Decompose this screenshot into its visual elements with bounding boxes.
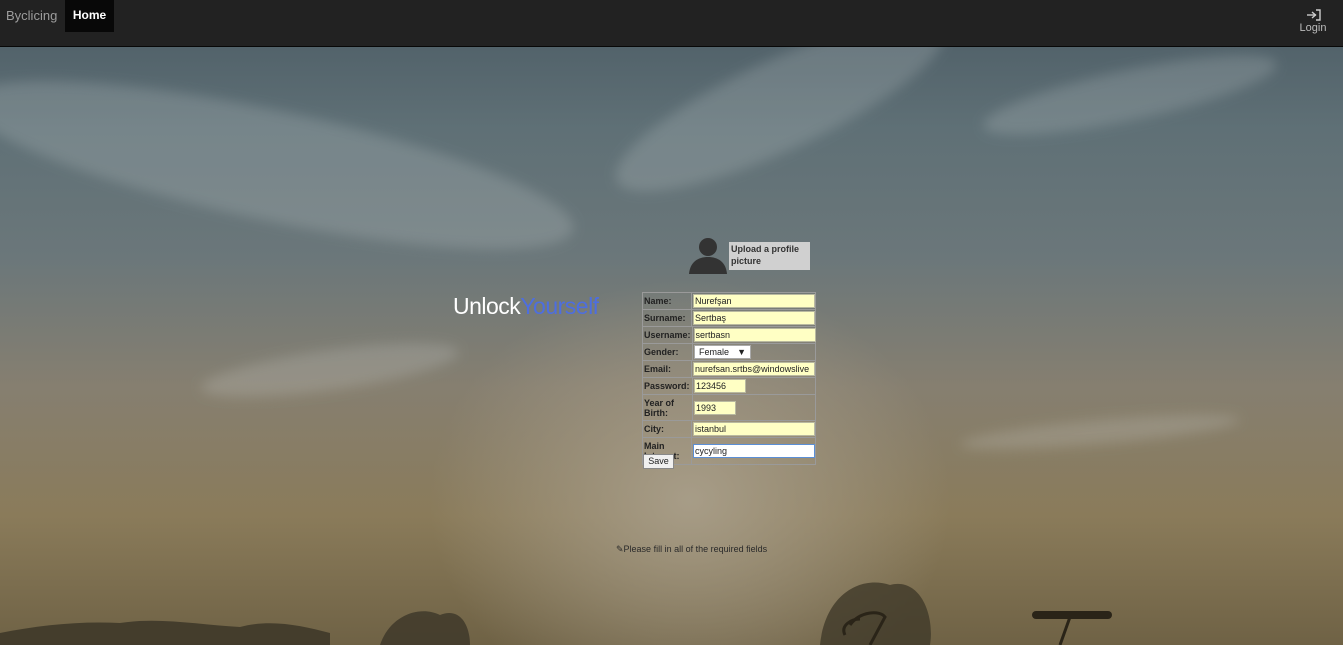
- form-row-username: Username: sertbasn: [643, 327, 816, 344]
- login-icon: [1307, 9, 1321, 21]
- form-row-password: Password: 123456: [643, 378, 815, 395]
- save-button[interactable]: Save: [643, 454, 674, 469]
- username-input[interactable]: sertbasn: [693, 328, 816, 342]
- form-row-gender: Gender: Female ▼: [643, 344, 815, 361]
- hint-text: Please fill in all of the required field…: [623, 544, 768, 554]
- form-row-surname: Surname: Sertbaş: [643, 310, 815, 327]
- dropdown-arrow-icon: ▼: [737, 347, 746, 357]
- trees-bicycle-silhouette: [0, 582, 1112, 645]
- year-of-birth-label: Year of Birth:: [643, 395, 693, 420]
- main-interest-input[interactable]: cycyling: [693, 444, 815, 458]
- cloud-decoration: [978, 39, 1282, 151]
- gender-selected-value: Female: [699, 347, 730, 357]
- form-row-year-of-birth: Year of Birth: 1993: [643, 395, 815, 421]
- form-row-email: Email: nurefsan.srtbs@windowslive: [643, 361, 815, 378]
- email-input[interactable]: nurefsan.srtbs@windowslive: [693, 362, 815, 376]
- login-link[interactable]: Login: [1296, 8, 1330, 34]
- name-label: Name:: [643, 293, 692, 309]
- surname-input[interactable]: Sertbaş: [693, 311, 815, 325]
- form-row-city: City: istanbul: [643, 421, 815, 438]
- city-input[interactable]: istanbul: [693, 422, 815, 436]
- password-input[interactable]: 123456: [694, 379, 746, 393]
- user-silhouette-icon: [689, 238, 727, 274]
- year-of-birth-input[interactable]: 1993: [694, 400, 736, 415]
- login-label: Login: [1299, 22, 1327, 34]
- surname-label: Surname:: [643, 310, 692, 326]
- username-label: Username:: [643, 327, 693, 343]
- title-part-yourself: Yourself: [520, 293, 599, 319]
- city-label: City:: [643, 421, 692, 437]
- password-label: Password:: [643, 378, 693, 394]
- cloud-decoration: [198, 332, 462, 408]
- cloud-decoration: [0, 46, 585, 284]
- navbar: Byclicing Home Login: [0, 0, 1343, 47]
- cloud-decoration: [959, 407, 1241, 457]
- gender-label: Gender:: [643, 344, 693, 360]
- title-part-unlock: Unlock: [453, 293, 521, 319]
- pencil-icon: ✎: [616, 544, 624, 554]
- name-input[interactable]: Nurefşan: [693, 294, 815, 308]
- gender-select[interactable]: Female ▼: [694, 345, 751, 359]
- email-label: Email:: [643, 361, 692, 377]
- page-title: UnlockYourself: [453, 293, 599, 320]
- form-row-name: Name: Nurefşan: [643, 293, 815, 310]
- upload-profile-picture-button[interactable]: Upload a profile picture: [729, 242, 810, 270]
- registration-form: Name: Nurefşan Surname: Sertbaş Username…: [642, 292, 816, 465]
- required-fields-hint: ✎Please fill in all of the required fiel…: [616, 544, 767, 555]
- nav-home-link[interactable]: Home: [65, 0, 114, 32]
- brand-link[interactable]: Byclicing: [6, 8, 57, 23]
